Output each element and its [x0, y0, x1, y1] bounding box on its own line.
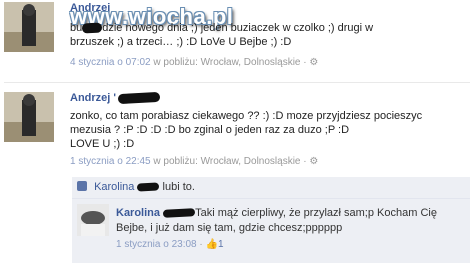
- post-timestamp[interactable]: 4 stycznia o 07:02: [70, 57, 151, 68]
- location-text[interactable]: w pobliżu: Wrocław, Dolnosląskie: [153, 156, 300, 167]
- post-meta: 4 stycznia o 07:02 w pobliżu: Wrocław, D…: [70, 57, 319, 68]
- redacted-scribble: [162, 208, 196, 218]
- divider: [4, 82, 470, 83]
- avatar[interactable]: [77, 204, 109, 236]
- post-text: zonko, co tam porabiasz ciekawego ?? :) …: [70, 110, 423, 150]
- comment-author[interactable]: Karolina: [116, 207, 160, 219]
- comment-timestamp[interactable]: 1 stycznia o 23:08: [116, 239, 197, 250]
- gear-icon[interactable]: ⚙: [309, 156, 318, 167]
- redacted-scribble: [117, 92, 161, 105]
- redacted-scribble: [137, 182, 160, 192]
- thumbs-up-icon[interactable]: 👍: [206, 239, 218, 250]
- gear-icon[interactable]: ⚙: [309, 57, 318, 68]
- avatar[interactable]: [4, 92, 54, 142]
- avatar[interactable]: [4, 2, 54, 52]
- location-text[interactable]: w pobliżu: Wrocław, Dolnosląskie: [153, 57, 300, 68]
- thumbs-up-icon: [77, 181, 87, 191]
- likes-bar: Karolina lubi to.: [72, 177, 470, 199]
- comment: Karolina Taki mąż cierpliwy, że przylazł…: [72, 199, 470, 263]
- redacted-scribble: [82, 22, 103, 34]
- comment-text: Taki mąż cierpliwy, że przylazł sam;p Ko…: [195, 207, 437, 219]
- avatar-photo: [77, 204, 109, 236]
- avatar-photo: [4, 2, 54, 52]
- post-author[interactable]: Andrzej ': [70, 92, 161, 105]
- comment-like-count[interactable]: 1: [218, 239, 224, 250]
- comment-text: Bejbe, i już dam się tam, gdzie chcesz;p…: [116, 222, 343, 234]
- avatar-photo: [4, 92, 54, 142]
- comment-meta: 1 stycznia o 23:08 · 👍1: [116, 239, 224, 250]
- like-user-link[interactable]: Karolina: [94, 181, 134, 193]
- comment-body: Karolina Taki mąż cierpliwy, że przylazł…: [116, 206, 437, 236]
- post-meta: 1 stycznia o 22:45 w pobliżu: Wrocław, D…: [70, 156, 319, 167]
- post-timestamp[interactable]: 1 stycznia o 22:45: [70, 156, 151, 167]
- post-text: bu dzie nowego dnia ;) jeden buziaczek w …: [70, 22, 374, 48]
